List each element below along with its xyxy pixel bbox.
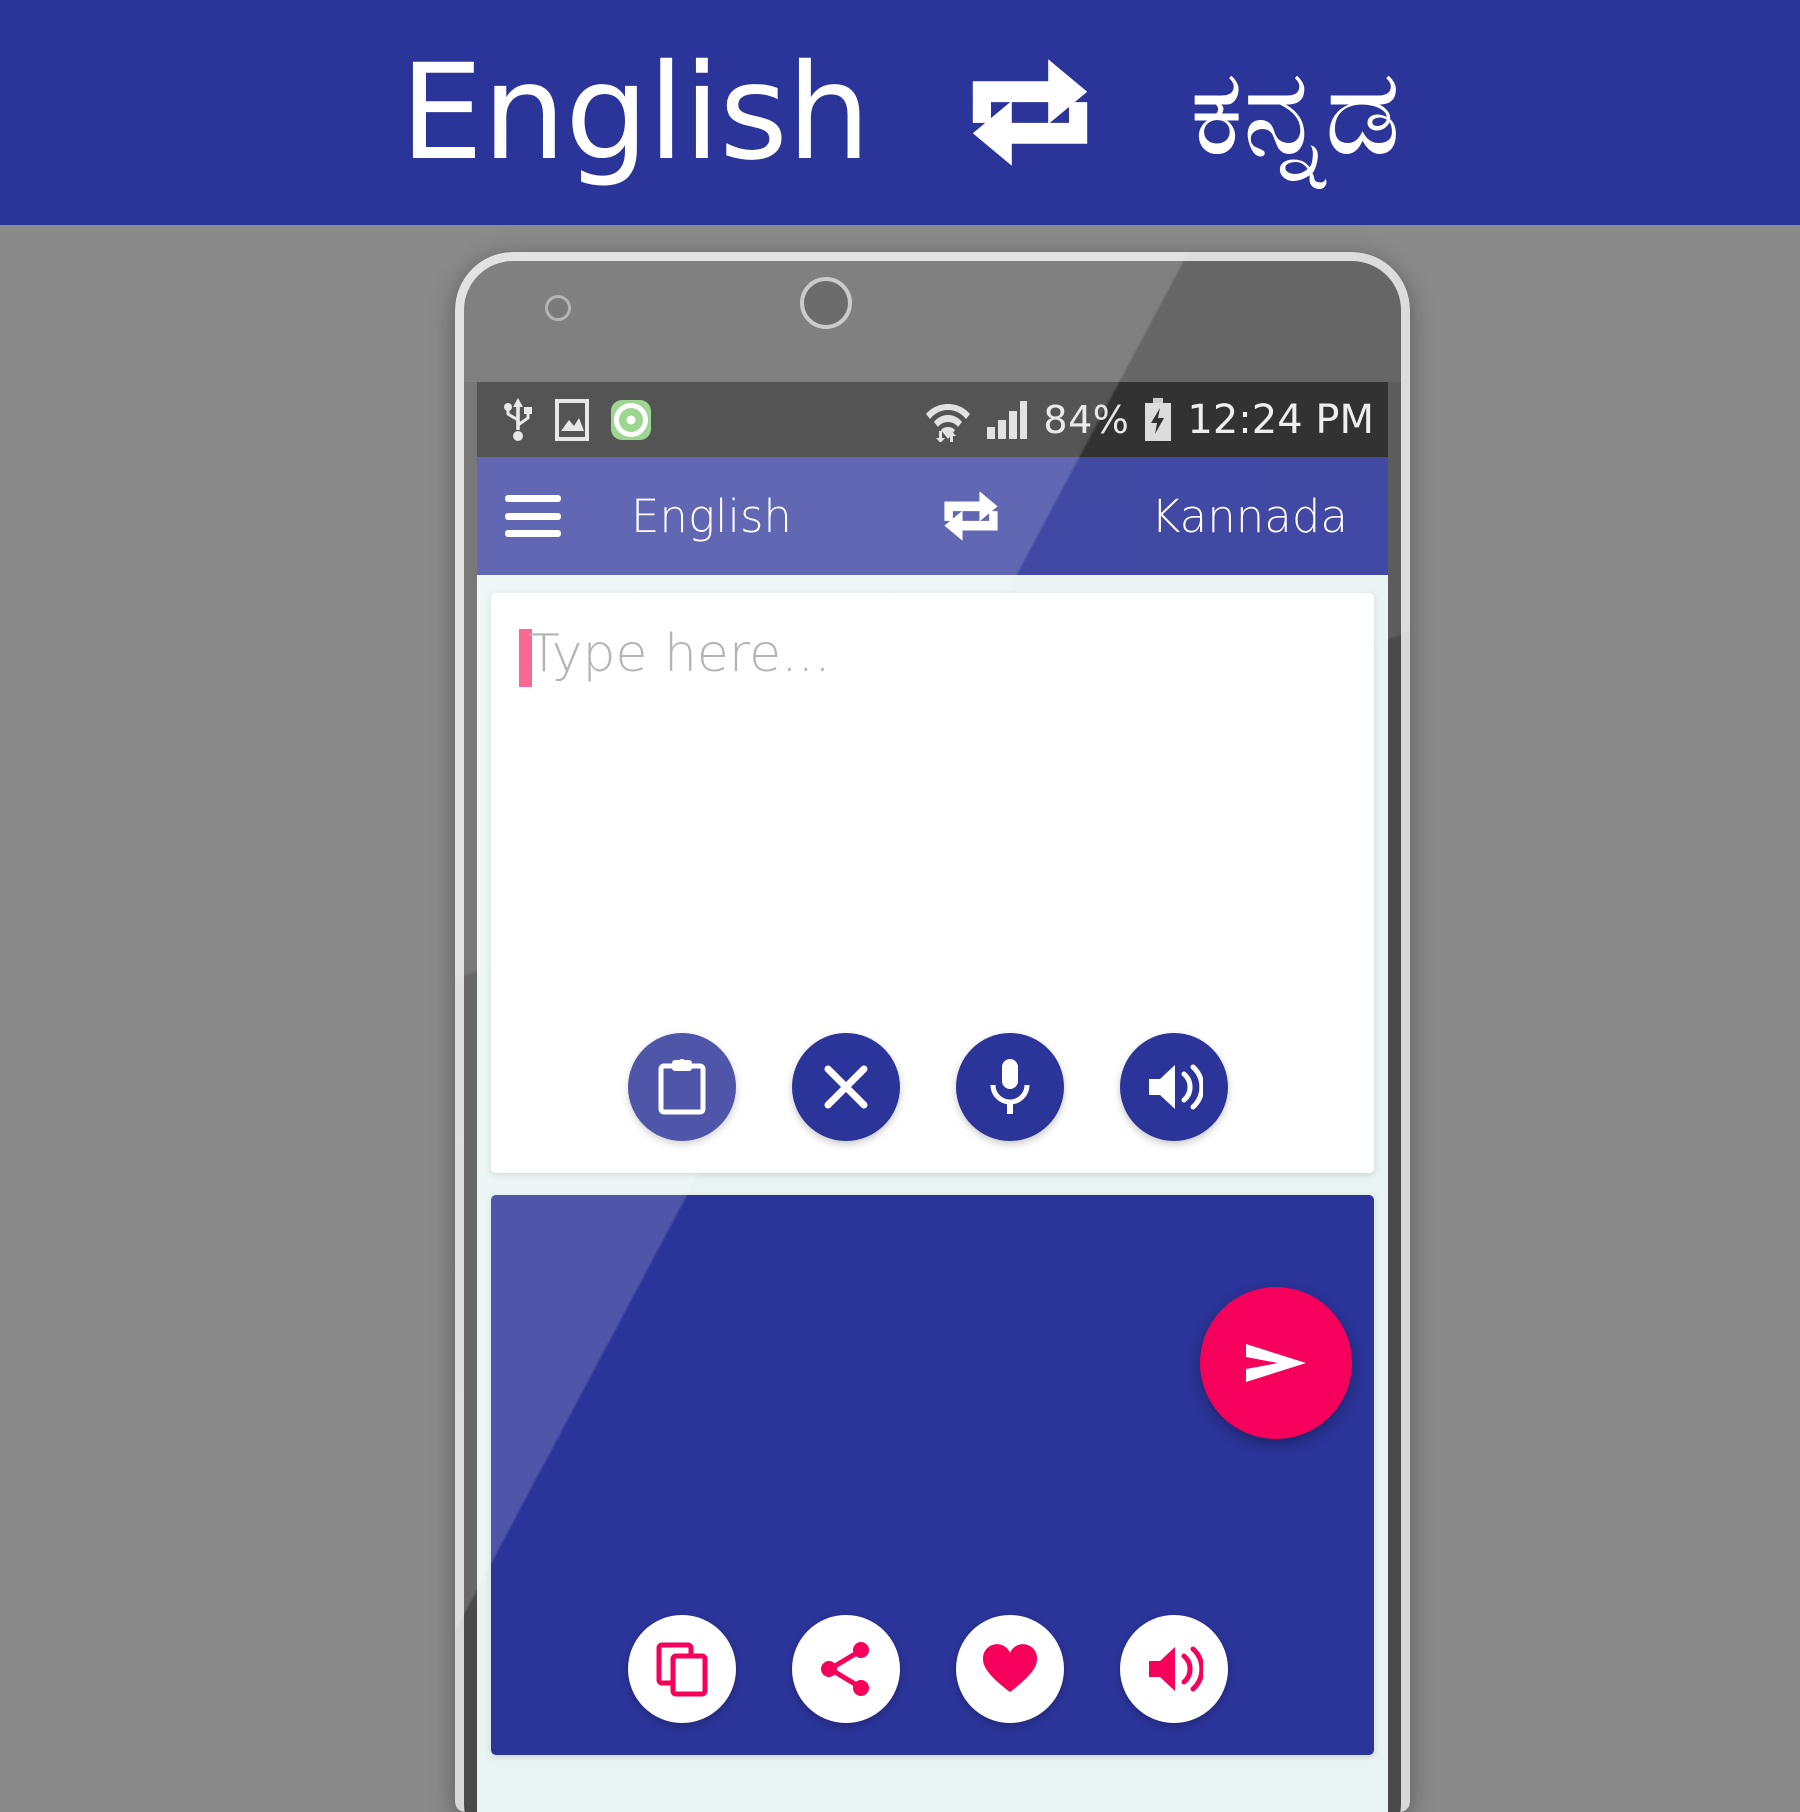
- app-notification-icon: [611, 399, 651, 440]
- paste-button[interactable]: [627, 1033, 736, 1141]
- speak-source-button[interactable]: [1119, 1033, 1228, 1141]
- speak-result-button[interactable]: [1119, 1615, 1228, 1723]
- microphone-icon: [987, 1057, 1033, 1117]
- clear-button[interactable]: [791, 1033, 900, 1141]
- copy-icon: [655, 1641, 709, 1697]
- toolbar-source-language[interactable]: English: [631, 490, 792, 543]
- promo-banner: English ಕನ್ನಡ: [0, 0, 1800, 225]
- phone-screen: 84% 12:24 PM English Kannada Type here..…: [477, 382, 1388, 1812]
- speaker-icon: [1145, 1061, 1203, 1113]
- swap-horizontal-icon: [965, 50, 1095, 175]
- share-button[interactable]: [791, 1615, 900, 1723]
- translate-send-button[interactable]: [1200, 1287, 1352, 1439]
- source-text-input[interactable]: Type here...: [519, 627, 1346, 687]
- favorite-button[interactable]: [955, 1615, 1064, 1723]
- status-bar-time: 12:24 PM: [1187, 396, 1374, 443]
- translated-text-card: [491, 1195, 1374, 1755]
- usb-icon: [503, 397, 533, 442]
- source-actions-row: [491, 1033, 1374, 1141]
- battery-charging-icon: [1143, 397, 1173, 442]
- front-camera-icon: [545, 295, 571, 321]
- heart-icon: [981, 1643, 1039, 1695]
- speaker-icon: [1145, 1643, 1203, 1695]
- clipboard-icon: [655, 1058, 709, 1116]
- toolbar-target-language[interactable]: Kannada: [1151, 490, 1348, 543]
- share-icon: [819, 1641, 873, 1697]
- status-bar: 84% 12:24 PM: [477, 382, 1388, 457]
- wifi-data-icon: [925, 398, 971, 442]
- source-text-placeholder: Type here...: [528, 624, 831, 684]
- earpiece-sensor: [800, 277, 852, 329]
- hamburger-menu-icon[interactable]: [505, 495, 561, 537]
- voice-input-button[interactable]: [955, 1033, 1064, 1141]
- send-icon: [1238, 1330, 1314, 1396]
- app-toolbar: English Kannada: [477, 457, 1388, 575]
- copy-button[interactable]: [627, 1615, 736, 1723]
- battery-percent-label: 84%: [1043, 397, 1130, 442]
- power-button: [1406, 672, 1410, 872]
- close-icon: [820, 1061, 872, 1113]
- banner-target-language: ಕನ್ನಡ: [1189, 42, 1401, 182]
- phone-bezel-top: [455, 252, 1410, 382]
- result-actions-row: [491, 1615, 1374, 1723]
- swap-languages-icon[interactable]: [940, 487, 1002, 545]
- volume-button: [455, 792, 459, 1082]
- screenshot-icon: [555, 398, 589, 441]
- banner-source-language: English: [399, 35, 871, 190]
- source-text-card: Type here...: [491, 593, 1374, 1173]
- translator-content: Type here...: [477, 575, 1388, 1812]
- cellular-signal-icon: [985, 399, 1029, 441]
- phone-mockup: 84% 12:24 PM English Kannada Type here..…: [455, 252, 1410, 1812]
